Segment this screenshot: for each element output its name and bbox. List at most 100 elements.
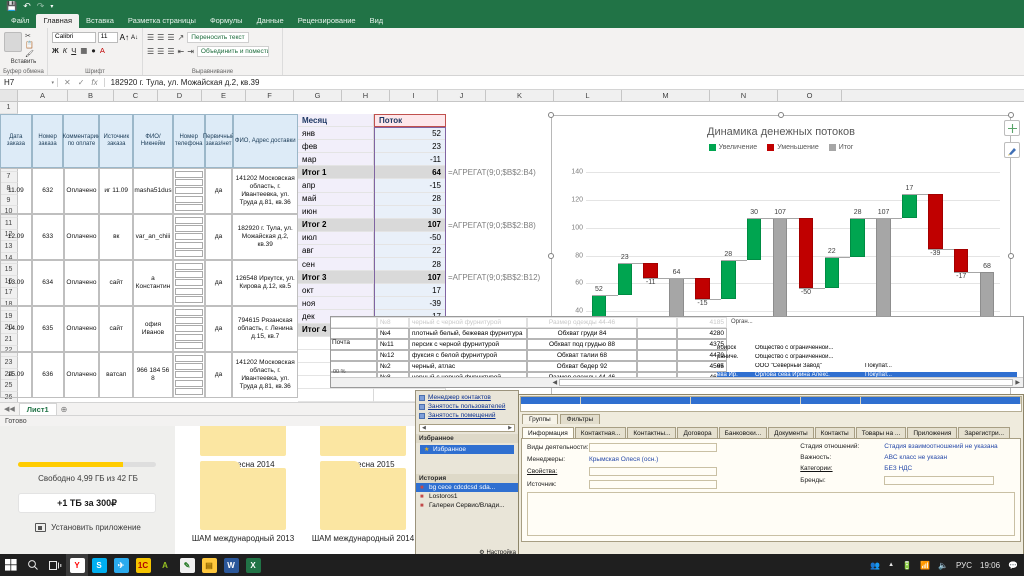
cell-B14[interactable]: 17 bbox=[374, 284, 446, 297]
cell-B8[interactable]: 30 bbox=[374, 206, 446, 219]
table-cell[interactable]: да bbox=[205, 306, 233, 352]
table-cell[interactable]: 141202 Московская область, г. Ивантеевка… bbox=[232, 168, 298, 214]
redo-icon[interactable]: ↷ bbox=[37, 1, 45, 12]
city-cell[interactable]: раниче. bbox=[717, 354, 755, 360]
cell-B3[interactable]: 23 bbox=[374, 140, 446, 153]
price-cell[interactable]: 4185 bbox=[677, 317, 727, 328]
cell-A6[interactable]: апр bbox=[298, 179, 374, 192]
phone-cell[interactable] bbox=[173, 214, 205, 260]
legend-item-decrease[interactable]: Уменьшение bbox=[767, 144, 819, 151]
cell-B2[interactable]: 52 bbox=[374, 127, 446, 140]
table-row[interactable]: №12фуксия с белой фурнитуройОбхват талии… bbox=[331, 350, 751, 361]
avito-icon[interactable]: A bbox=[154, 554, 176, 576]
product-desc-cell[interactable]: черный с черной фурнитурой bbox=[409, 317, 527, 328]
cell-A9[interactable]: Итог 2 bbox=[298, 219, 374, 232]
role-cell[interactable] bbox=[865, 345, 925, 351]
cell-A3[interactable]: фев bbox=[298, 140, 374, 153]
cell-blank[interactable] bbox=[637, 328, 677, 339]
column-header-H[interactable]: H bbox=[342, 90, 390, 101]
measure-cell[interactable]: Обхват груди 84 bbox=[527, 328, 637, 339]
city-cell[interactable]: ов bbox=[717, 363, 755, 369]
cell-A7[interactable]: май bbox=[298, 193, 374, 206]
fill-color-icon[interactable]: ● bbox=[91, 46, 96, 55]
people-icon[interactable]: 👥 bbox=[870, 561, 880, 570]
onec-tab[interactable]: Зарегистри... bbox=[958, 427, 1010, 438]
customize-qat-icon[interactable]: ▾ bbox=[50, 3, 53, 10]
tab-data[interactable]: Данные bbox=[250, 14, 291, 28]
field-input[interactable] bbox=[589, 467, 717, 476]
explorer-icon[interactable]: ▤ bbox=[198, 554, 220, 576]
italic-icon[interactable]: К bbox=[63, 46, 67, 55]
name-box[interactable]: H7 ▾ bbox=[0, 78, 58, 87]
tab-home[interactable]: Главная bbox=[36, 14, 79, 28]
column-header-K[interactable]: K bbox=[486, 90, 554, 101]
price-cell[interactable]: 4280 bbox=[677, 328, 727, 339]
column-header-M[interactable]: M bbox=[622, 90, 710, 101]
cell-blank[interactable] bbox=[637, 350, 677, 361]
paste-label[interactable]: Вставить bbox=[4, 59, 43, 65]
product-code-cell[interactable]: №8 bbox=[377, 317, 409, 328]
formula-input[interactable]: 182920 г. Тула, ул. Можайская д.2, кв.39 bbox=[105, 78, 260, 87]
orders-column-header[interactable]: Дата заказа bbox=[0, 114, 32, 168]
sheet-tab-list1[interactable]: Лист1 bbox=[19, 403, 57, 415]
table-row[interactable]: 12.09633Оплаченовкvar_an_chiiiда182920 г… bbox=[0, 214, 298, 260]
table-cell[interactable]: Оплачено bbox=[64, 214, 100, 260]
bar-decrease[interactable] bbox=[799, 218, 813, 288]
table-cell[interactable]: 141202 Московская область, г. Ивантеевка… bbox=[232, 352, 298, 398]
nav-link[interactable]: Занятость пользователей bbox=[416, 402, 518, 411]
table-cell[interactable]: Оплачено bbox=[64, 260, 100, 306]
table-row[interactable]: 13.09634Оплаченосайта Константинда126548… bbox=[0, 260, 298, 306]
tab-review[interactable]: Рецензирование bbox=[291, 14, 363, 28]
field-label[interactable]: Свойства: bbox=[527, 468, 589, 475]
org-name-cell[interactable]: ООО "Северный Завод" bbox=[755, 363, 865, 369]
table-row[interactable]: №2черный, атласОбхват бедер 924565 bbox=[331, 361, 751, 372]
product-code-cell[interactable]: №12 bbox=[377, 350, 409, 361]
table-row[interactable]: раниче.Общество с ограниченной... bbox=[717, 354, 1017, 360]
windows-start-icon[interactable] bbox=[0, 554, 22, 576]
product-code-cell[interactable]: №4 bbox=[377, 328, 409, 339]
undo-icon[interactable]: ↶ bbox=[23, 1, 31, 12]
wrap-text-button[interactable]: Переносить текст bbox=[187, 32, 248, 43]
favorites-item[interactable]: ★ Избранное bbox=[420, 445, 514, 454]
table-cell[interactable]: masha51dus bbox=[133, 168, 173, 214]
scroll-right-arrow-icon[interactable]: ▶ bbox=[1015, 379, 1020, 386]
copy-icon[interactable]: 📋 bbox=[25, 41, 34, 50]
onec-tab[interactable]: Банковски... bbox=[719, 427, 768, 438]
show-hidden-icons-chevron-up-icon[interactable]: ▲ bbox=[888, 562, 894, 568]
role-cell[interactable]: Покупат... bbox=[865, 363, 925, 369]
table-row[interactable]: 14.09635Оплаченосайтофия Ивановда794615 … bbox=[0, 306, 298, 352]
phone-cell[interactable] bbox=[173, 352, 205, 398]
nav-scroll-right-icon[interactable]: ▶ bbox=[508, 425, 512, 431]
city-cell[interactable]: ибирск bbox=[717, 345, 755, 351]
cell-A14[interactable]: окт bbox=[298, 284, 374, 297]
table-cell[interactable]: да bbox=[205, 214, 233, 260]
cell-A4[interactable]: мар bbox=[298, 153, 374, 166]
table-cell[interactable]: 634 bbox=[32, 260, 64, 306]
history-item[interactable]: ■Lostoros1 bbox=[416, 492, 518, 501]
table-cell[interactable]: Оплачено bbox=[64, 352, 100, 398]
role-cell[interactable] bbox=[865, 354, 925, 360]
table-row[interactable]: 11.09632Оплаченоиг 11.09masha51dusда1412… bbox=[0, 168, 298, 214]
tab-filters[interactable]: Фильтры bbox=[560, 414, 601, 424]
bar-increase[interactable] bbox=[618, 263, 632, 295]
onec-tab[interactable]: Документы bbox=[768, 427, 814, 438]
bar-decrease[interactable] bbox=[928, 194, 942, 248]
chart-elements-plus-icon[interactable] bbox=[1004, 120, 1020, 136]
table-cell[interactable]: 635 bbox=[32, 306, 64, 352]
yandex-browser-icon[interactable]: Y bbox=[66, 554, 88, 576]
field-input[interactable] bbox=[589, 443, 717, 452]
column-header-B[interactable]: B bbox=[68, 90, 114, 101]
column-header-D[interactable]: D bbox=[158, 90, 202, 101]
font-size-box[interactable]: 11 bbox=[98, 32, 118, 43]
column-header-F[interactable]: F bbox=[246, 90, 294, 101]
merge-center-button[interactable]: Объединить и поместить в центре bbox=[197, 46, 269, 57]
measure-cell[interactable]: Обхват под грудью 88 bbox=[527, 339, 637, 350]
sheet-nav-first-icon[interactable]: ◀◀ bbox=[4, 405, 15, 413]
format-painter-icon[interactable]: 🖌 bbox=[25, 50, 34, 59]
volume-icon[interactable]: 🔈 bbox=[938, 561, 948, 570]
product-desc-cell[interactable]: черный, атлас bbox=[409, 361, 527, 372]
onec-tab[interactable]: Контактны... bbox=[627, 427, 676, 438]
chart-handle-w[interactable] bbox=[548, 253, 554, 259]
cell-B1[interactable]: Поток bbox=[374, 114, 446, 127]
field-label[interactable]: Категории: bbox=[800, 465, 884, 472]
